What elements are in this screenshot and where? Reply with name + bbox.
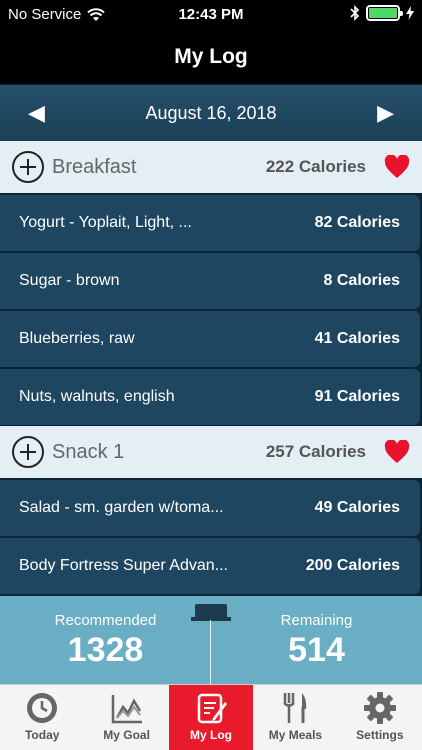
food-row[interactable]: Nuts, walnuts, english 91 Calories xyxy=(0,369,420,425)
section-name: Snack 1 xyxy=(52,440,125,463)
tab-label: My Log xyxy=(190,728,233,742)
tab-my-log[interactable]: My Log xyxy=(168,685,254,750)
remaining-panel: Remaining 514 xyxy=(211,612,422,670)
recommended-panel: Recommended 1328 xyxy=(0,612,211,670)
food-calories: 91 Calories xyxy=(314,388,400,405)
recommended-value: 1328 xyxy=(67,631,144,669)
food-row[interactable]: Salad - sm. garden w/toma... 49 Calories xyxy=(0,480,420,536)
prev-date-button[interactable]: ◀ xyxy=(28,100,45,126)
food-calories: 200 Calories xyxy=(305,557,400,574)
date-navigator: ◀ August 16, 2018 ▶ xyxy=(0,85,422,141)
heart-icon[interactable] xyxy=(384,155,410,179)
food-name: Blueberries, raw xyxy=(19,330,135,347)
charging-icon xyxy=(406,6,414,20)
add-food-icon[interactable] xyxy=(12,151,44,183)
food-calories: 8 Calories xyxy=(323,272,400,289)
status-right xyxy=(350,5,414,21)
tab-settings[interactable]: Settings xyxy=(338,685,422,750)
fork-knife-icon xyxy=(283,693,307,723)
food-name: Sugar - brown xyxy=(19,272,120,289)
food-row[interactable]: Blueberries, raw 41 Calories xyxy=(0,311,420,367)
tab-my-goal[interactable]: My Goal xyxy=(84,685,168,750)
status-bar: No Service 12:43 PM xyxy=(0,0,422,30)
food-name: Salad - sm. garden w/toma... xyxy=(19,499,224,516)
tab-today[interactable]: Today xyxy=(0,685,84,750)
heart-icon[interactable] xyxy=(384,440,410,464)
chart-icon xyxy=(111,695,142,724)
remaining-value: 514 xyxy=(288,631,345,669)
battery-icon xyxy=(366,5,403,21)
bluetooth-icon xyxy=(350,5,360,21)
notepad-icon xyxy=(197,693,228,724)
food-calories: 41 Calories xyxy=(314,330,400,347)
section-header-snack-1: Snack 1 257 Calories xyxy=(0,426,422,478)
food-row[interactable]: Yogurt - Yoplait, Light, ... 82 Calories xyxy=(0,195,420,251)
tab-bar: Today My Goal My Log My Meals Settings xyxy=(0,684,422,750)
food-calories: 82 Calories xyxy=(314,214,400,231)
next-date-button[interactable]: ▶ xyxy=(377,100,394,126)
recommended-label: Recommended xyxy=(54,612,157,629)
tab-label: Settings xyxy=(356,728,404,742)
current-date: August 16, 2018 xyxy=(145,102,277,123)
section-calories: 222 Calories xyxy=(265,157,366,176)
section-header-breakfast: Breakfast 222 Calories xyxy=(0,141,422,193)
food-name: Body Fortress Super Advan... xyxy=(19,557,228,574)
section-calories: 257 Calories xyxy=(265,442,366,461)
food-row[interactable]: Sugar - brown 8 Calories xyxy=(0,253,420,309)
nav-bar: My Log xyxy=(0,30,422,84)
clock-icon xyxy=(27,693,58,723)
gear-icon xyxy=(363,692,396,724)
food-row[interactable]: Body Fortress Super Advan... 200 Calorie… xyxy=(0,538,420,594)
food-name: Nuts, walnuts, english xyxy=(19,388,175,405)
page-title: My Log xyxy=(174,45,248,68)
tab-label: My Goal xyxy=(103,728,150,742)
food-calories: 49 Calories xyxy=(314,499,400,516)
add-food-icon[interactable] xyxy=(12,436,44,468)
tab-my-meals[interactable]: My Meals xyxy=(253,685,337,750)
tab-label: My Meals xyxy=(268,728,323,742)
remaining-label: Remaining xyxy=(280,612,353,629)
calorie-summary: Recommended 1328 Remaining 514 xyxy=(0,596,422,684)
section-name: Breakfast xyxy=(52,155,137,178)
food-name: Yogurt - Yoplait, Light, ... xyxy=(19,214,192,231)
tab-label: Today xyxy=(24,728,60,742)
